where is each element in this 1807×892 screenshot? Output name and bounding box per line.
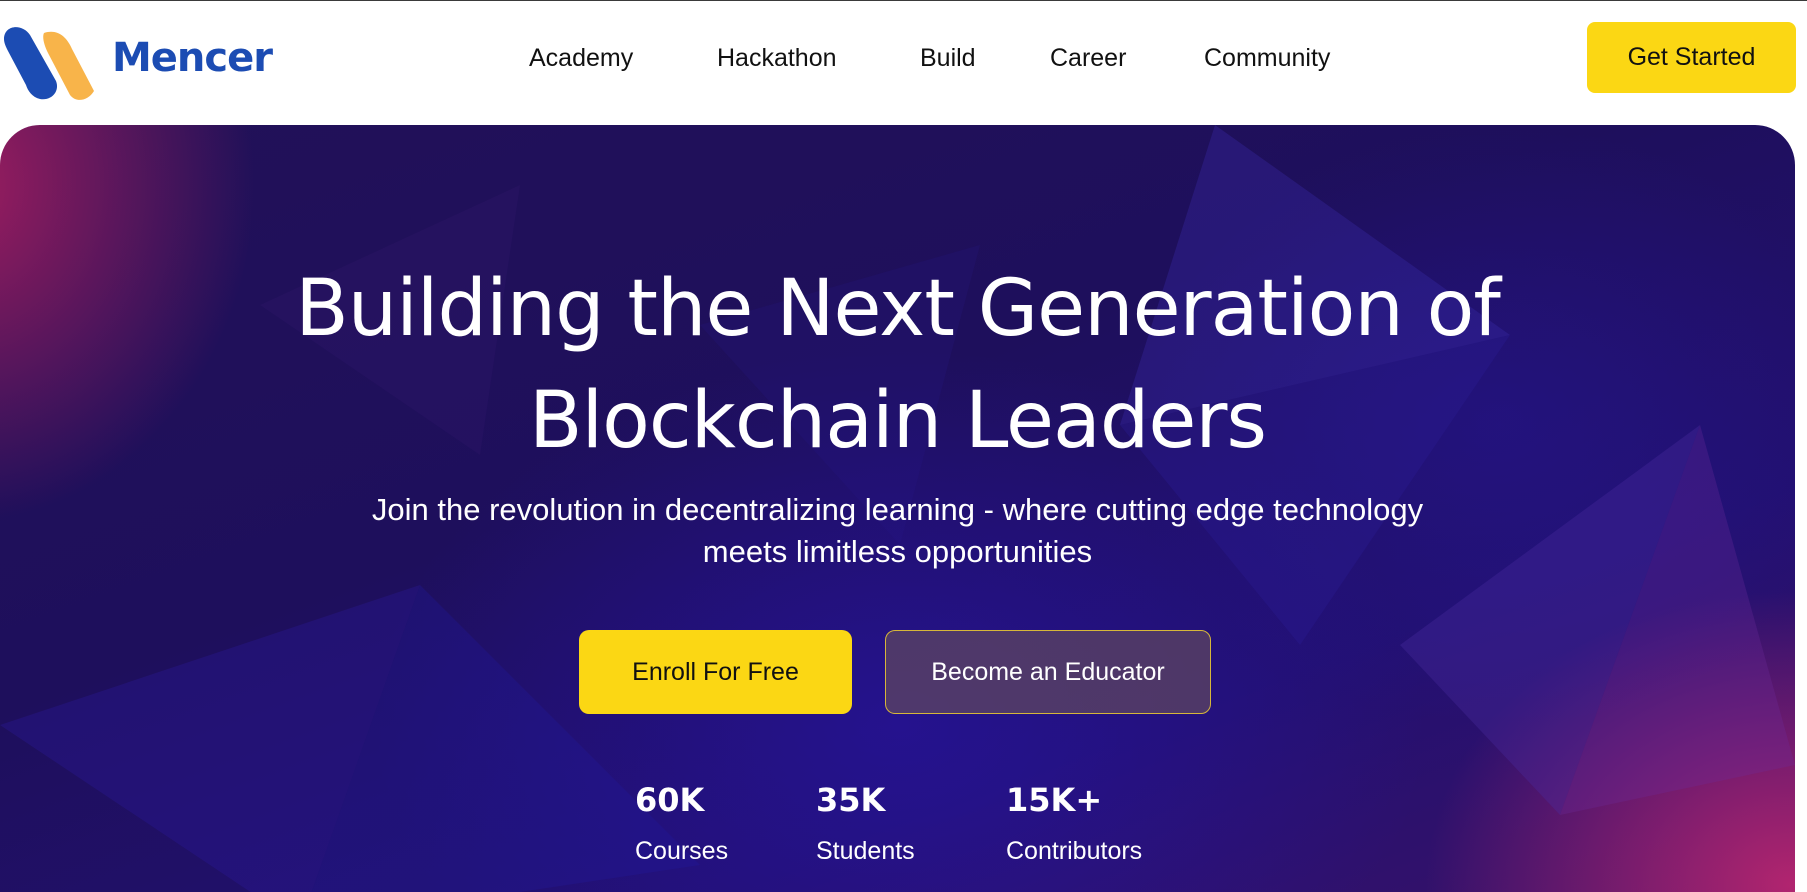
nav-item-community[interactable]: Community — [1204, 34, 1330, 82]
stat-value: 15K+ — [1006, 781, 1103, 819]
stat-value: 60K — [635, 781, 705, 819]
hero-subtitle-line: Join the revolution in decentralizing le… — [371, 492, 1424, 527]
nav-item-career[interactable]: Career — [1050, 34, 1126, 82]
site-header: Mencer Academy Hackathon Build Career Co… — [0, 1, 1807, 125]
stat-value: 35K — [816, 781, 886, 819]
hero-title-line: Building the Next Generation of — [295, 264, 1501, 354]
become-educator-button[interactable]: Become an Educator — [885, 630, 1211, 714]
stat-label: Courses — [635, 837, 729, 865]
stat-contributors: 15K+ Contributors — [1006, 780, 1142, 867]
stat-label: Students — [816, 837, 915, 865]
hero-subtitle-line: meets limitless opportunities — [702, 534, 1093, 569]
hero-subtitle: Join the revolution in decentralizing le… — [0, 489, 1795, 573]
get-started-button[interactable]: Get Started — [1587, 22, 1796, 93]
stat-label: Contributors — [1006, 837, 1143, 865]
hero-title: Building the Next Generation of Blockcha… — [0, 253, 1795, 477]
enroll-for-free-button[interactable]: Enroll For Free — [579, 630, 852, 714]
stat-students: 35K Students — [816, 780, 915, 867]
nav-item-academy[interactable]: Academy — [529, 34, 633, 82]
hero-section: Building the Next Generation of Blockcha… — [0, 125, 1795, 892]
logo-text: Mencer — [112, 35, 273, 81]
nav-item-build[interactable]: Build — [920, 34, 976, 82]
mencer-logo-mark-icon — [4, 27, 94, 100]
hero-title-line: Blockchain Leaders — [528, 376, 1267, 466]
stat-courses: 60K Courses — [635, 780, 728, 867]
page: Mencer Academy Hackathon Build Career Co… — [0, 0, 1807, 892]
nav-item-hackathon[interactable]: Hackathon — [717, 34, 837, 82]
logo[interactable]: Mencer — [0, 15, 273, 101]
